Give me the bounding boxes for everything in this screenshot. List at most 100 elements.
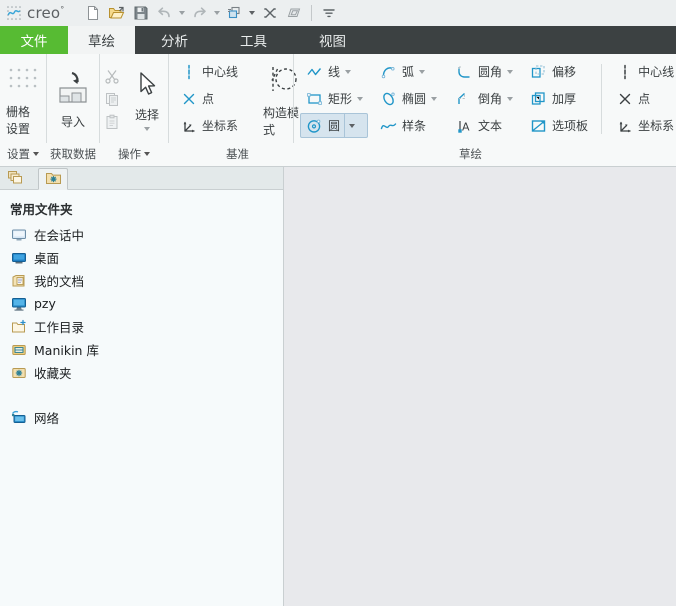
offset-icon: [529, 62, 548, 81]
window-switch-button[interactable]: [282, 2, 306, 24]
nav-item-manikin-library[interactable]: Manikin 库: [0, 338, 283, 361]
sketch-column-2: 弧 椭圆 样条: [374, 59, 442, 138]
nav-item-in-session[interactable]: 在会话中: [0, 223, 283, 246]
offset-button[interactable]: 偏移: [524, 59, 593, 84]
select-button[interactable]: 选择: [126, 67, 168, 131]
navigator-item-list: 在会话中 桌面 我的文档 pzy 工作目录 Manikin 库 收藏夹 网络: [0, 223, 283, 429]
favorites-folder-icon: [45, 170, 62, 189]
fillet-button[interactable]: 圆角: [450, 59, 518, 84]
point-button-2[interactable]: 点: [610, 86, 676, 111]
text-button[interactable]: A 文本: [450, 113, 518, 138]
coordinate-system-icon: [615, 116, 634, 135]
nav-item-pzy[interactable]: pzy: [0, 292, 283, 315]
open-file-button[interactable]: [105, 2, 129, 24]
quick-access-divider: [310, 5, 312, 21]
redo-button[interactable]: [188, 2, 212, 24]
import-arrow-icon: [53, 71, 93, 109]
chamfer-button[interactable]: 倒角: [450, 86, 518, 111]
favorites-tab[interactable]: [38, 168, 68, 190]
navigator-spacer: [0, 384, 283, 406]
coordinate-system-button[interactable]: 坐标系: [174, 113, 243, 138]
nav-item-favorites[interactable]: 收藏夹: [0, 361, 283, 384]
thicken-icon: [529, 89, 548, 108]
line-dropdown-caret-icon[interactable]: [345, 69, 352, 74]
centerline-button[interactable]: 中心线: [174, 59, 243, 84]
text-a-icon: A: [455, 116, 474, 135]
model-tree-tab[interactable]: [0, 167, 30, 189]
regenerate-button[interactable]: [223, 2, 247, 24]
tab-file[interactable]: 文件: [0, 26, 68, 54]
ellipse-button[interactable]: 椭圆: [374, 86, 442, 111]
group-label-sketching: 草绘: [459, 147, 482, 161]
datum-point-button[interactable]: 点: [174, 86, 243, 111]
graphics-window[interactable]: [284, 167, 676, 606]
fillet-dropdown-caret-icon[interactable]: [507, 69, 514, 74]
nav-item-my-documents[interactable]: 我的文档: [0, 269, 283, 292]
copy-button[interactable]: [100, 88, 124, 110]
ribbon-group-operations: 选择 操作: [99, 54, 168, 161]
circle-dropdown-caret-icon[interactable]: [344, 114, 359, 137]
line-button[interactable]: 线: [300, 59, 368, 84]
palette-button[interactable]: 选项板: [524, 113, 593, 138]
tab-analysis[interactable]: 分析: [135, 26, 214, 54]
new-file-button[interactable]: [81, 2, 105, 24]
arc-button[interactable]: 弧: [374, 59, 442, 84]
import-button[interactable]: 导入: [47, 68, 99, 130]
quick-access-buttons: [81, 2, 341, 24]
line-chain-icon: [305, 62, 324, 81]
group-label-operations[interactable]: 操作: [118, 146, 150, 162]
coordinate-system-button-2[interactable]: 坐标系: [610, 113, 676, 138]
ellipse-icon: [379, 89, 398, 108]
paste-button[interactable]: [100, 111, 124, 133]
folders-stack-icon: [7, 169, 24, 188]
nav-item-network[interactable]: 网络: [0, 406, 283, 429]
chamfer-dropdown-caret-icon[interactable]: [507, 96, 514, 101]
arc-dropdown-caret-icon[interactable]: [419, 69, 426, 74]
datum-point-icon: [179, 89, 198, 108]
circle-button[interactable]: 圆: [300, 113, 369, 138]
group-label-get-data: 获取数据: [50, 147, 96, 161]
sketch-column-4: 偏移 加厚 选项板: [524, 59, 593, 138]
tab-tools[interactable]: 工具: [214, 26, 293, 54]
close-window-button[interactable]: [258, 2, 282, 24]
nav-item-desktop[interactable]: 桌面: [0, 246, 283, 269]
regenerate-dropdown-caret-icon[interactable]: [247, 2, 258, 24]
ribbon-group-sketching: 线 矩形 圆 弧 椭圆 样条 圆角 倒角 A 文本 偏移 加厚 选项板 中心线 …: [293, 54, 676, 161]
ribbon-tab-bar: 文件 草绘 分析 工具 视图: [0, 26, 676, 54]
save-file-button[interactable]: [129, 2, 153, 24]
palette-icon: [529, 116, 548, 135]
tab-sketch[interactable]: 草绘: [68, 26, 135, 54]
redo-dropdown-caret-icon[interactable]: [212, 2, 223, 24]
tab-view-label: 视图: [319, 34, 346, 50]
rectangle-dropdown-caret-icon[interactable]: [357, 96, 364, 101]
centerline-icon: [179, 62, 198, 81]
ellipse-dropdown-caret-icon[interactable]: [431, 96, 438, 101]
spline-button[interactable]: 样条: [374, 113, 442, 138]
sketch-right-divider: [601, 63, 603, 134]
nav-item-working-directory[interactable]: 工作目录: [0, 315, 283, 338]
user-computer-icon: [10, 295, 28, 313]
grid-settings-button[interactable]: 栅格设置: [0, 60, 46, 137]
sketch-column-5: 中心线 点 坐标系: [610, 59, 676, 138]
thicken-button[interactable]: 加厚: [524, 86, 593, 111]
ribbon-group-settings: 栅格设置 设置: [0, 54, 46, 161]
creo-brand-text: creo°: [27, 4, 65, 22]
select-label: 选择: [134, 107, 159, 122]
group-label-settings[interactable]: 设置: [7, 146, 39, 162]
cut-button[interactable]: [100, 65, 124, 87]
working-directory-folder-icon: [10, 318, 28, 336]
tab-view[interactable]: 视图: [293, 26, 372, 54]
ribbon-groups: 栅格设置 设置 导入 获取数据 选择 操作 中心线 点 坐标系 构造模式 基准 …: [0, 54, 676, 161]
tab-analysis-label: 分析: [161, 34, 188, 50]
centerline-button-2[interactable]: 中心线: [610, 59, 676, 84]
creo-logo: creo°: [0, 4, 75, 22]
select-dropdown-caret-icon[interactable]: [144, 126, 150, 131]
customize-quick-access-button[interactable]: [317, 2, 341, 24]
rectangle-icon: [305, 89, 324, 108]
undo-dropdown-caret-icon[interactable]: [177, 2, 188, 24]
datum-point-icon: [615, 89, 634, 108]
rectangle-button[interactable]: 矩形: [300, 86, 368, 111]
chevron-down-icon: [33, 152, 39, 156]
coordinate-system-icon: [179, 116, 198, 135]
undo-button[interactable]: [153, 2, 177, 24]
